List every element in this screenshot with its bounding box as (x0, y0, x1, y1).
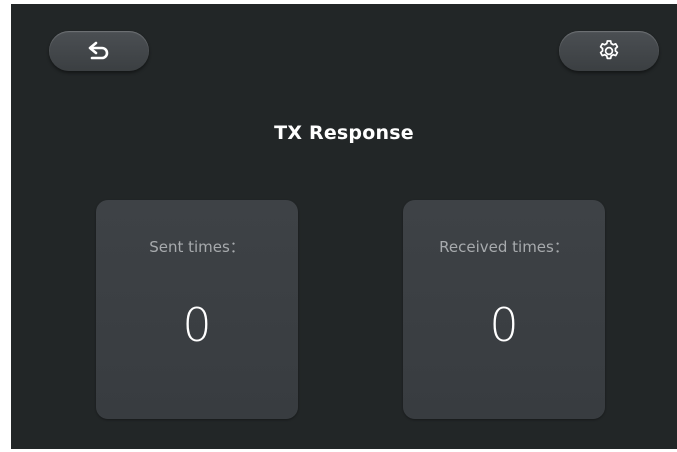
received-times-label: Received times： (439, 238, 569, 256)
page-title: TX Response (274, 122, 414, 144)
received-times-value: 0 (489, 298, 519, 352)
device-screen: TX Response Sent times： 0 Received times… (11, 4, 677, 449)
back-button[interactable] (49, 31, 149, 71)
sent-times-value: 0 (182, 298, 212, 352)
back-arrow-icon (87, 41, 111, 61)
gear-icon (597, 39, 621, 63)
sent-times-label: Sent times： (149, 238, 245, 256)
received-times-card: Received times： 0 (403, 200, 605, 419)
sent-times-card: Sent times： 0 (96, 200, 298, 419)
settings-button[interactable] (559, 31, 659, 71)
